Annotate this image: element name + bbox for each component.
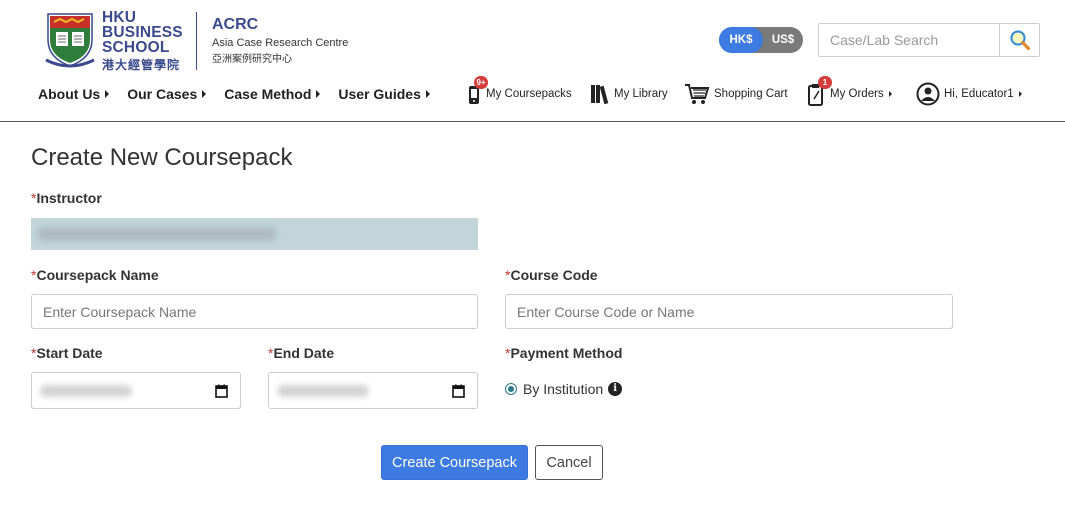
orders-icon-wrap: 1	[806, 76, 832, 107]
hku-business-school-wordmark: HKU BUSINESS SCHOOL	[102, 9, 183, 56]
instructor-value-redacted	[37, 227, 277, 241]
books-icon	[591, 85, 609, 104]
coursepack-name-label: *Coursepack Name	[31, 267, 159, 283]
nav-case-method[interactable]: Case Method	[224, 86, 321, 102]
site-header: HKU BUSINESS SCHOOL 港大經管學院 ACRC Asia Cas…	[0, 0, 1065, 122]
payment-radio[interactable]	[505, 383, 517, 395]
main-navigation: About Us Our Cases Case Method User Guid…	[38, 86, 448, 102]
cart-icon-wrap	[684, 82, 710, 106]
coursepacks-badge: 9+	[474, 76, 488, 89]
end-date-label: *End Date	[268, 345, 334, 361]
cart-label: Shopping Cart	[714, 88, 788, 100]
calendar-icon[interactable]	[452, 384, 465, 398]
calendar-icon[interactable]	[215, 384, 228, 398]
case-search	[818, 23, 1040, 57]
account-label: Hi, Educator1	[944, 88, 1014, 100]
acrc-title: ACRC	[212, 16, 259, 33]
info-icon[interactable]: i	[608, 382, 623, 396]
radio-selected-dot	[508, 386, 514, 392]
caret-right-icon	[425, 90, 430, 98]
create-coursepack-button[interactable]: Create Coursepack	[381, 445, 528, 480]
coursepack-name-input[interactable]	[31, 294, 478, 329]
coursepacks-icon-wrap: 9+	[466, 76, 488, 106]
nav-our-cases[interactable]: Our Cases	[127, 86, 207, 102]
currency-hkd[interactable]: HK$	[719, 27, 763, 53]
page-title: Create New Coursepack	[31, 144, 293, 171]
logo-divider	[196, 12, 197, 70]
hku-line-3: SCHOOL	[102, 39, 170, 56]
start-date-label: *Start Date	[31, 345, 103, 361]
caret-right-icon	[316, 90, 321, 98]
library-label: My Library	[614, 88, 668, 100]
nav-user-guides[interactable]: User Guides	[338, 86, 430, 102]
coursepack-name-label-text: Coursepack Name	[36, 267, 159, 283]
course-code-input[interactable]	[505, 294, 953, 329]
nav-our-cases-label: Our Cases	[127, 86, 198, 102]
hku-line-2: BUSINESS	[102, 24, 183, 41]
caret-right-icon	[1018, 91, 1022, 97]
instructor-label: *Instructor	[31, 190, 102, 206]
currency-toggle[interactable]: HK$ US$	[719, 27, 803, 53]
util-shopping-cart[interactable]: Shopping Cart	[684, 80, 788, 108]
util-account-menu[interactable]: Hi, Educator1	[916, 80, 1022, 108]
course-code-label-text: Course Code	[510, 267, 598, 283]
account-icon-wrap	[916, 82, 940, 106]
start-date-value-redacted	[40, 385, 132, 397]
end-date-label-text: End Date	[273, 345, 335, 361]
start-date-input[interactable]	[31, 372, 241, 409]
caret-right-icon	[105, 90, 110, 98]
course-code-label: *Course Code	[505, 267, 598, 283]
payment-option-label: By Institution	[523, 381, 604, 397]
orders-badge: 1	[818, 76, 832, 89]
acrc-chinese-name: 亞洲案例研究中心	[212, 54, 292, 65]
search-button[interactable]	[999, 24, 1039, 56]
library-icon-wrap	[590, 84, 610, 104]
caret-right-icon	[888, 91, 892, 97]
payment-option-by-institution[interactable]: By Institution i	[505, 381, 623, 397]
util-my-library[interactable]: My Library	[590, 80, 668, 108]
util-my-orders[interactable]: 1 My Orders	[806, 76, 892, 108]
search-icon	[1009, 30, 1030, 51]
nav-about-us[interactable]: About Us	[38, 86, 110, 102]
util-my-coursepacks[interactable]: 9+ My Coursepacks	[466, 76, 572, 108]
hku-acrc-logo[interactable]: HKU BUSINESS SCHOOL 港大經管學院 ACRC Asia Cas…	[40, 8, 360, 72]
nav-case-method-label: Case Method	[224, 86, 312, 102]
user-circle-icon	[916, 82, 940, 106]
hku-chinese-name: 港大經管學院	[102, 58, 181, 72]
acrc-subtitle: Asia Case Research Centre	[212, 37, 349, 49]
payment-method-label-text: Payment Method	[510, 345, 623, 361]
instructor-label-text: Instructor	[36, 190, 102, 206]
nav-about-us-label: About Us	[38, 86, 101, 102]
caret-right-icon	[202, 90, 207, 98]
start-date-label-text: Start Date	[36, 345, 103, 361]
orders-label: My Orders	[830, 88, 884, 100]
instructor-field	[31, 218, 478, 250]
hku-line-1: HKU	[102, 9, 137, 26]
cart-icon	[685, 84, 710, 104]
hku-crest-icon	[45, 13, 95, 68]
currency-usd[interactable]: US$	[763, 27, 803, 53]
end-date-input[interactable]	[268, 372, 478, 409]
search-input[interactable]	[819, 24, 1000, 56]
nav-user-guides-label: User Guides	[338, 86, 421, 102]
cancel-button[interactable]: Cancel	[535, 445, 603, 480]
end-date-value-redacted	[277, 385, 369, 397]
payment-method-label: *Payment Method	[505, 345, 622, 361]
coursepacks-label: My Coursepacks	[486, 88, 572, 100]
